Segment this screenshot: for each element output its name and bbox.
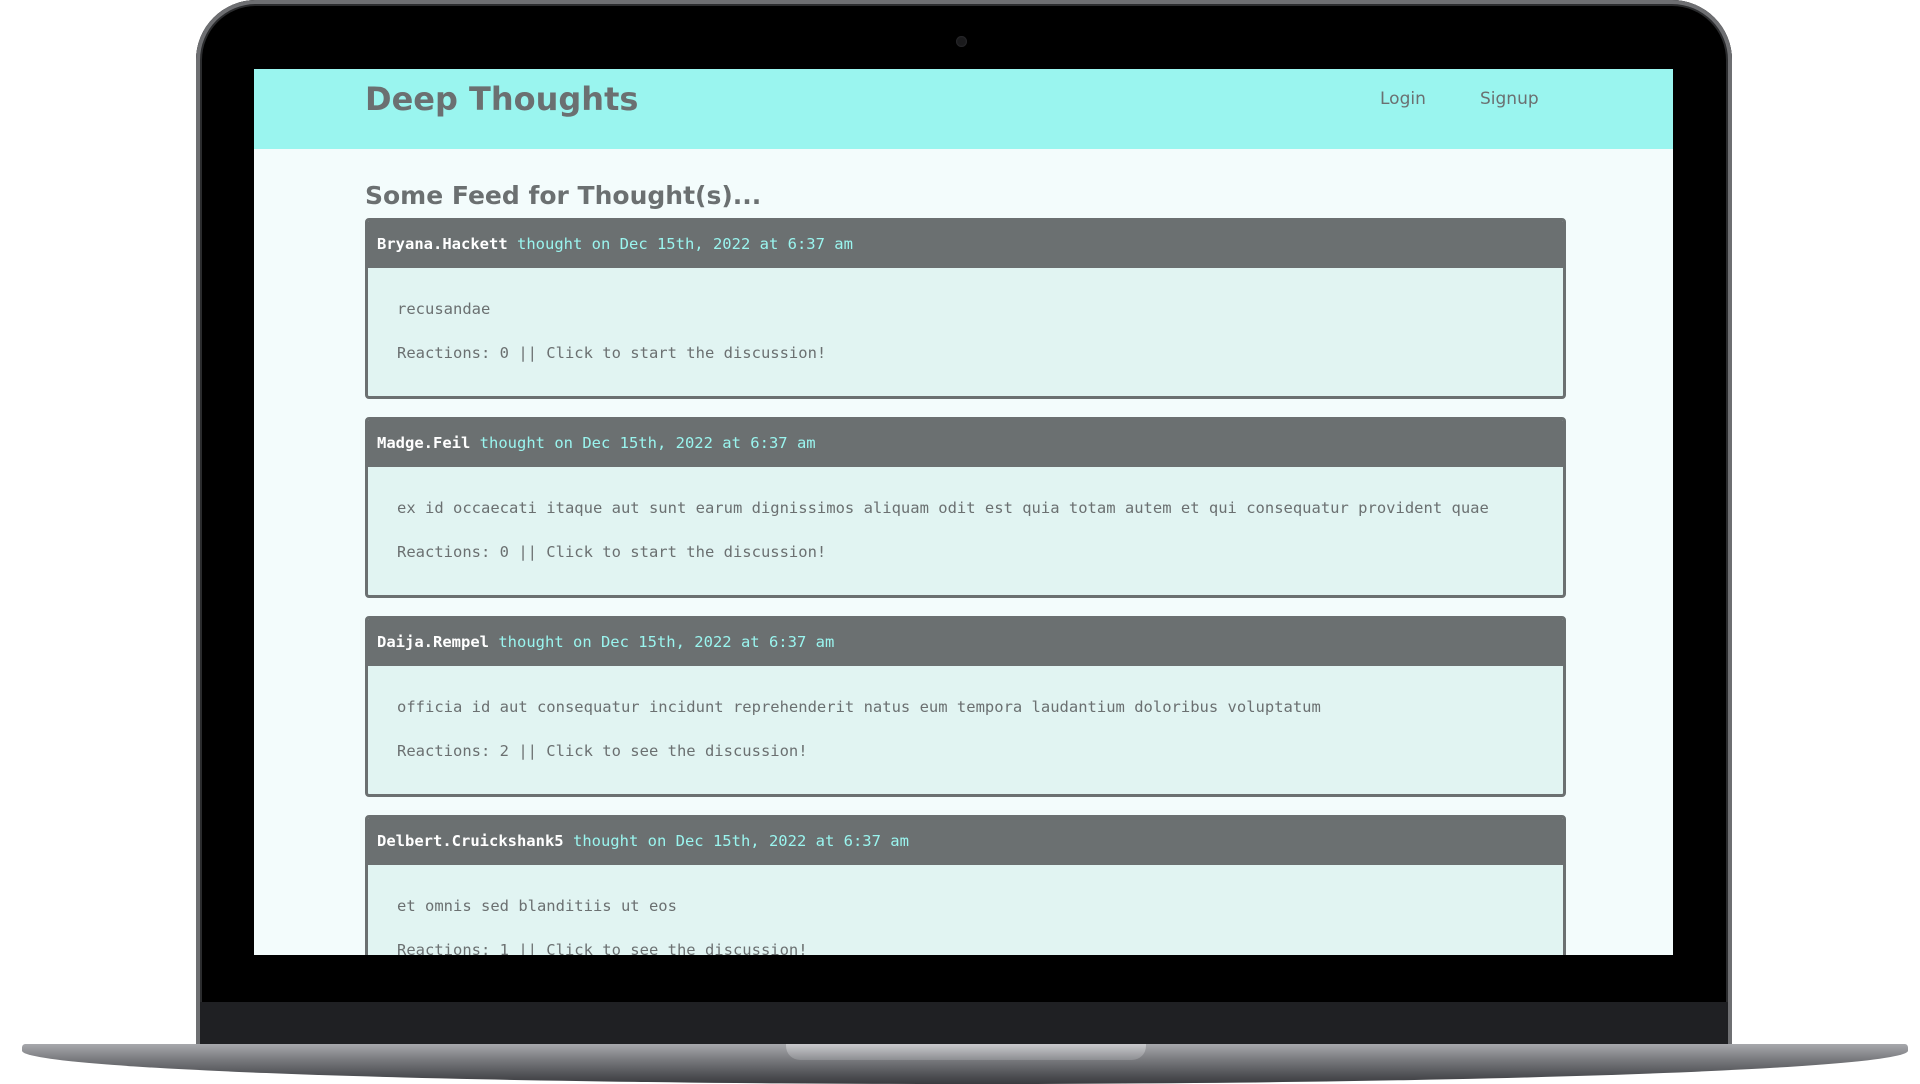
site-title-link[interactable]: Deep Thoughts [365, 77, 638, 121]
thought-reactions-link[interactable]: Reactions: 1 || Click to see the discuss… [397, 939, 1563, 955]
thought-card-header: Delbert.Cruickshank5 thought on Dec 15th… [368, 818, 1563, 865]
thought-card: Madge.Feil thought on Dec 15th, 2022 at … [365, 417, 1566, 598]
signup-link[interactable]: Signup [1480, 87, 1539, 111]
feed-heading: Some Feed for Thought(s)... [365, 181, 762, 210]
thought-card-body: et omnis sed blanditiis ut eos Reactions… [368, 865, 1563, 955]
laptop-bottom-bezel [200, 1002, 1728, 1046]
thought-author-link[interactable]: Delbert.Cruickshank5 [377, 832, 564, 850]
thought-timestamp: thought on Dec 15th, 2022 at 6:37 am [498, 633, 835, 651]
thought-timestamp: thought on Dec 15th, 2022 at 6:37 am [479, 434, 816, 452]
thought-card: Bryana.Hackett thought on Dec 15th, 2022… [365, 218, 1566, 399]
thought-card: Delbert.Cruickshank5 thought on Dec 15th… [365, 815, 1566, 955]
thought-card-body: officia id aut consequatur incidunt repr… [368, 666, 1563, 762]
laptop-hinge-notch [786, 1044, 1146, 1060]
thought-card-body: recusandae Reactions: 0 || Click to star… [368, 268, 1563, 364]
thought-author-link[interactable]: Madge.Feil [377, 434, 470, 452]
thought-text: officia id aut consequatur incidunt repr… [397, 698, 1321, 716]
browser-viewport: Deep Thoughts Login Signup Some Feed for… [254, 69, 1673, 955]
webcam-icon [956, 36, 967, 47]
thought-reactions-link[interactable]: Reactions: 0 || Click to start the discu… [397, 541, 1563, 563]
thought-card-body: ex id occaecati itaque aut sunt earum di… [368, 467, 1563, 563]
thought-reactions-link[interactable]: Reactions: 0 || Click to start the discu… [397, 342, 1563, 364]
thought-text: et omnis sed blanditiis ut eos [397, 897, 677, 915]
thought-timestamp: thought on Dec 15th, 2022 at 6:37 am [572, 832, 909, 850]
thought-card-header: Daija.Rempel thought on Dec 15th, 2022 a… [368, 619, 1563, 666]
thought-text: ex id occaecati itaque aut sunt earum di… [397, 499, 1489, 517]
thought-card: Daija.Rempel thought on Dec 15th, 2022 a… [365, 616, 1566, 797]
thought-card-header: Bryana.Hackett thought on Dec 15th, 2022… [368, 221, 1563, 268]
site-header: Deep Thoughts Login Signup [254, 69, 1673, 149]
thought-card-header: Madge.Feil thought on Dec 15th, 2022 at … [368, 420, 1563, 467]
thought-text: recusandae [397, 300, 491, 318]
thought-author-link[interactable]: Bryana.Hackett [377, 235, 508, 253]
login-link[interactable]: Login [1380, 87, 1426, 111]
thought-timestamp: thought on Dec 15th, 2022 at 6:37 am [517, 235, 853, 253]
thought-author-link[interactable]: Daija.Rempel [377, 633, 489, 651]
thought-reactions-link[interactable]: Reactions: 2 || Click to see the discuss… [397, 740, 1563, 762]
thought-list: Bryana.Hackett thought on Dec 15th, 2022… [365, 218, 1566, 955]
